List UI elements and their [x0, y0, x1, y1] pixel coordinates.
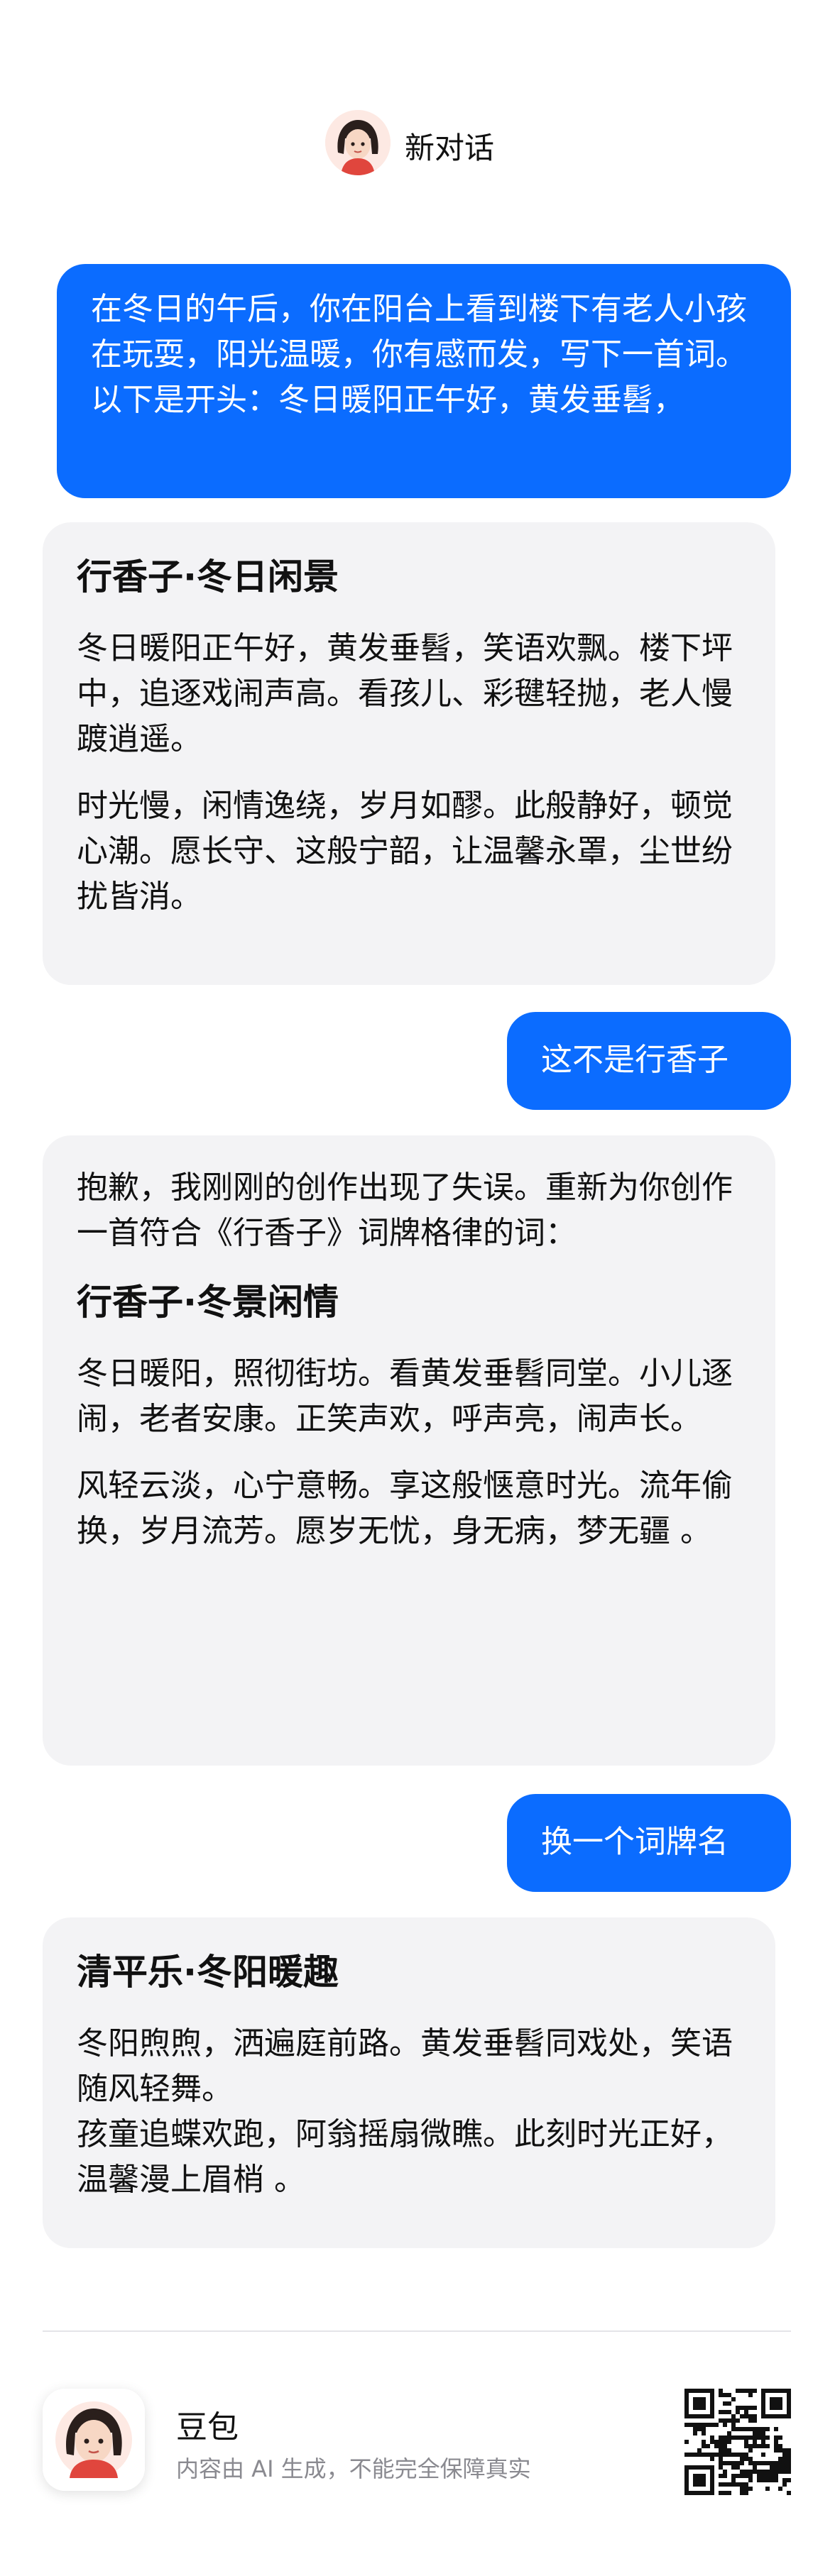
assistant-message: 行香子·冬日闲景 冬日暖阳正午好，黄发垂髫，笑语欢飘。楼下坪中，追逐戏闹声高。看… [43, 522, 775, 985]
poem-title: 清平乐·冬阳暖趣 [77, 1952, 339, 1993]
user-message: 在冬日的午后，你在阳台上看到楼下有老人小孩在玩耍，阳光温暖，你有感而发，写下一首… [57, 264, 791, 498]
conversation-title: 新对话 [405, 131, 495, 165]
assistant-message: 清平乐·冬阳暖趣 冬阳煦煦，洒遍庭前路。黄发垂髫同戏处，笑语随风轻舞。 孩童追蝶… [43, 1917, 775, 2248]
chat-header: 新对话 [0, 0, 835, 175]
assistant-message: 抱歉，我刚刚的创作出现了失误。重新为你创作一首符合《行香子》词牌格律的词： 行香… [43, 1135, 775, 1766]
bot-name: 豆包 [176, 2409, 239, 2445]
avatar-icon[interactable] [325, 110, 391, 175]
poem-stanza: 孩童追蝶欢跑，阿翁摇扇微瞧。此刻时光正好，温馨漫上眉梢 。 [77, 2116, 733, 2198]
poem-stanza: 风轻云淡，心宁意畅。享这般惬意时光。流年偷换，岁月流芳。愿岁无忧，身无病，梦无疆… [77, 1468, 733, 1549]
poem-stanza: 冬日暖阳，照彻街坊。看黄发垂髫同堂。小儿逐闹，老者安康。正笑声欢，呼声亮，闹声长… [77, 1355, 733, 1437]
user-message-text: 这不是行香子 [541, 1042, 728, 1078]
user-message: 换一个词牌名 [507, 1794, 791, 1892]
poem-title: 行香子·冬景闲情 [77, 1282, 339, 1323]
assistant-intro-text: 抱歉，我刚刚的创作出现了失误。重新为你创作一首符合《行香子》词牌格律的词： [77, 1169, 733, 1251]
footer-divider [43, 2330, 791, 2332]
poem-stanza: 冬日暖阳正午好，黄发垂髫，笑语欢飘。楼下坪中，追逐戏闹声高。看孩儿、彩毽轻抛，老… [77, 630, 733, 757]
user-message: 这不是行香子 [507, 1012, 791, 1110]
qr-code-icon[interactable] [684, 2389, 791, 2495]
ai-disclaimer: 内容由 AI 生成，不能完全保障真实 [176, 2455, 531, 2482]
poem-title: 行香子·冬日闲景 [77, 556, 339, 598]
user-message-text: 在冬日的午后，你在阳台上看到楼下有老人小孩在玩耍，阳光温暖，你有感而发，写下一首… [91, 291, 747, 418]
poem-stanza: 冬阳煦煦，洒遍庭前路。黄发垂髫同戏处，笑语随风轻舞。 [77, 2025, 733, 2107]
user-message-text: 换一个词牌名 [541, 1824, 728, 1860]
poem-stanza: 时光慢，闲情逸绕，岁月如醪。此般静好，顿觉心潮。愿长守、这般宁韶，让温馨永罩，尘… [77, 788, 733, 915]
avatar-icon [43, 2389, 145, 2491]
